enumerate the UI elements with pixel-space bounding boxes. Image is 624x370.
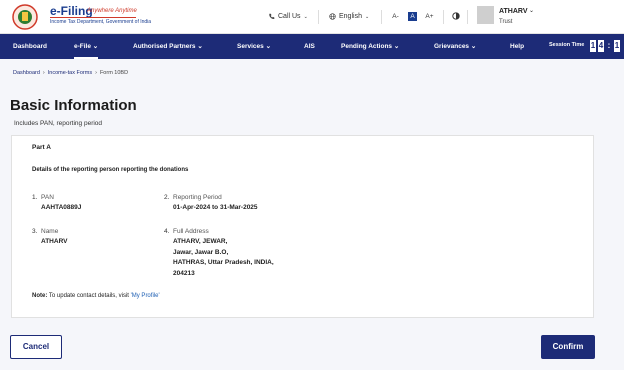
font-normal-button[interactable]: A [408,12,417,21]
pan-label: PAN [41,194,54,201]
address-line: 204213 [173,269,195,277]
avatar[interactable] [477,6,494,24]
note-label: Note: [32,293,48,299]
session-timer-colon: : [607,41,611,50]
top-header: e-Filing Anywhere Anytime Income Tax Dep… [0,0,624,34]
divider [443,10,444,24]
name-value: ATHARV [41,238,68,245]
my-profile-link[interactable]: 'My Profile' [131,293,160,299]
user-name[interactable]: ATHARV [499,8,528,15]
breadcrumb-dashboard[interactable]: Dashboard [13,70,40,76]
address-line: HATHRAS, Uttar Pradesh, INDIA, [173,259,274,266]
user-role: Trust [499,19,513,25]
note-body: To update contact details, visit [47,293,131,299]
chevron-down-icon: ⌄ [92,43,99,50]
address-line: Jawar, Jawar B.O, [173,248,229,256]
full-address-value: ATHARV, JEWAR, Jawar, Jawar B.O, HATHRAS… [173,237,274,279]
basic-info-card: Part A Details of the reporting person r… [11,135,594,318]
chevron-down-icon: ⌄ [265,43,272,50]
chevron-down-icon: ⌄ [470,43,477,50]
contrast-icon[interactable] [452,12,460,20]
field-number: 1. [32,194,38,201]
nav-efile-label: e-File [74,43,91,50]
nav-services[interactable]: Services ⌄ [237,34,271,59]
name-label: Name [41,228,59,235]
page-title: Basic Information [10,97,137,114]
divider [318,10,319,24]
call-us-button[interactable]: Call Us ⌄ [268,13,308,20]
chevron-down-icon: ⌄ [393,43,400,50]
session-timer-digit: 1 [614,40,620,52]
breadcrumb-current: Form 10BD [99,70,129,76]
logo-divider [50,17,136,18]
nav-help[interactable]: Help [510,34,524,59]
chevron-down-icon[interactable]: ⌄ [529,7,534,14]
breadcrumb-income-tax-forms[interactable]: Income-tax Forms [48,70,92,76]
font-increase-button[interactable]: A+ [425,12,434,21]
chevron-right-icon: › [42,70,45,76]
nav-grievances[interactable]: Grievances ⌄ [434,34,476,59]
font-decrease-button[interactable]: A- [391,12,400,21]
nav-pending-actions[interactable]: Pending Actions ⌄ [341,34,399,59]
phone-icon [269,13,275,19]
field-number: 3. [32,228,38,235]
logo-tagline: Anywhere Anytime [87,8,137,14]
reporting-period-label: Reporting Period [173,194,222,201]
cancel-button[interactable]: Cancel [10,335,62,359]
nav-efile[interactable]: e-File ⌄ [74,34,99,59]
session-timer-digit: 4 [598,40,604,52]
logo-subtitle: Income Tax Department, Government of Ind… [50,19,152,25]
divider [381,10,382,24]
field-number: 2. [164,194,170,201]
nav-grievances-label: Grievances [434,43,470,50]
emblem-logo-icon [12,4,38,30]
session-timer-digit: 1 [590,40,596,52]
section-heading: Details of the reporting person reportin… [32,167,189,173]
nav-dashboard[interactable]: Dashboard [13,34,47,59]
page-subtitle: Includes PAN, reporting period [14,120,103,127]
chevron-right-icon: › [95,70,97,76]
nav-authorised-partners-label: Authorised Partners [133,43,196,50]
breadcrumb: Dashboard › Income-tax Forms › Form 10BD [13,70,128,76]
call-us-label: Call Us [278,13,301,20]
globe-icon [329,13,336,20]
nav-authorised-partners[interactable]: Authorised Partners ⌄ [133,34,203,59]
field-number: 4. [164,228,170,235]
main-nav: Dashboard e-File ⌄ Authorised Partners ⌄… [0,34,624,59]
part-heading: Part A [32,144,51,151]
chevron-down-icon: ⌄ [197,43,203,50]
pan-value: AAHTA0889J [41,204,82,211]
language-label: English [339,13,362,20]
chevron-down-icon: ⌄ [364,13,370,20]
address-line: ATHARV, JEWAR, [173,238,228,245]
reporting-period-value: 01-Apr-2024 to 31-Mar-2025 [173,204,258,211]
session-time-label: Session Time [549,42,585,48]
full-address-label: Full Address [173,228,209,235]
nav-pending-actions-label: Pending Actions [341,43,393,50]
nav-ais[interactable]: AIS [304,34,315,59]
chevron-down-icon: ⌄ [303,13,308,20]
confirm-button[interactable]: Confirm [541,335,595,359]
nav-services-label: Services [237,43,264,50]
divider [467,10,468,24]
language-select[interactable]: English ⌄ [329,13,369,20]
note-text: Note: To update contact details, visit '… [32,293,160,299]
